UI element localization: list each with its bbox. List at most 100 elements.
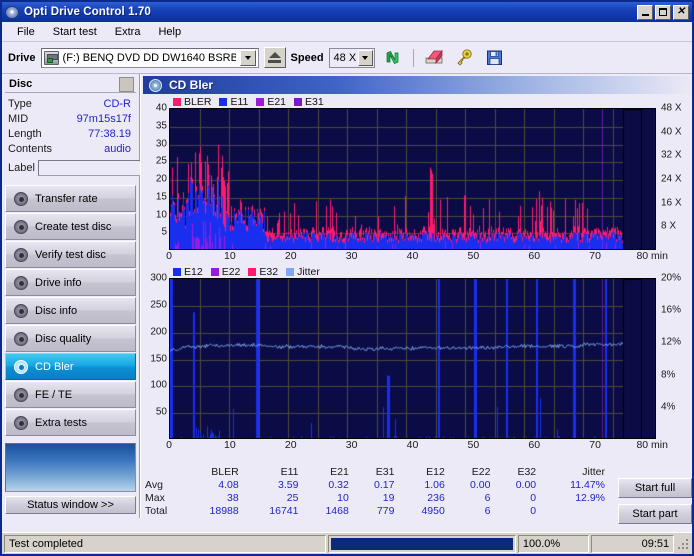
start-part-button[interactable]: Start part	[618, 504, 692, 524]
table-row: Total 18988 16741 1468 779 4950 6 0	[143, 505, 609, 518]
y-tick-label: 5	[161, 226, 167, 238]
legend-item-e32: E32	[248, 266, 278, 278]
stats-row-label: Avg	[145, 479, 163, 491]
sidebar-item-disc-info[interactable]: Disc info	[5, 297, 136, 324]
stats-col-e32: E32	[517, 466, 537, 478]
resize-grip-icon[interactable]	[676, 537, 690, 551]
x-tick-label: 10	[224, 250, 236, 262]
y2-tick-label: 16 X	[661, 197, 682, 209]
page-title: CD Bler	[169, 78, 214, 92]
y-tick-label: 25	[155, 155, 167, 167]
disc-panel-header: Disc	[5, 76, 136, 93]
stats-cell: 0.00	[470, 479, 491, 491]
disc-label-row: Label	[8, 159, 239, 177]
y2-tick-label: 8 X	[661, 220, 677, 232]
legend-item-e11: E11	[219, 96, 248, 108]
drive-icon	[43, 50, 59, 65]
chevron-down-icon[interactable]	[357, 49, 373, 66]
chevron-down-icon[interactable]	[239, 49, 256, 66]
stats-cell: 6	[484, 505, 491, 517]
disc-info-key: Type	[8, 98, 32, 110]
refresh-icon	[386, 51, 398, 64]
legend-swatch	[173, 97, 181, 106]
menu-item-file[interactable]: File	[9, 24, 43, 40]
legend-label: E32	[259, 265, 279, 278]
drive-select[interactable]: (F:) BENQ DVD DD DW1640 BSRB	[40, 47, 259, 68]
erase-button[interactable]	[421, 45, 447, 70]
window-controls: ✕	[637, 4, 690, 20]
chart2-plot-wrap: 50 100 150 200 250 300 4% 8% 12% 16% 20%	[143, 273, 692, 439]
legend-swatch	[294, 97, 303, 106]
x-tick-label: 50	[467, 439, 480, 451]
y-tick-label: 200	[150, 326, 167, 338]
toolbar-separator	[412, 48, 414, 67]
drive-info-icon	[14, 275, 28, 290]
stats-cell: 16741	[269, 505, 299, 517]
stats-col-e22: E22	[471, 466, 491, 478]
legend-swatch	[248, 267, 257, 276]
sidebar-item-extra-tests[interactable]: Extra tests	[5, 409, 136, 436]
x-tick-label: 40	[406, 250, 419, 262]
x-tick-label: 80 min	[636, 439, 668, 451]
panel-title-bar: CD Bler	[143, 76, 692, 94]
status-window-button[interactable]: Status window >>	[5, 496, 136, 514]
table-row: Max 38 25 10 19 236 6 0 12.9%	[143, 492, 609, 505]
stats-cell: 779	[376, 505, 395, 517]
sidebar-item-cd-bler[interactable]: CD Bler	[5, 353, 136, 380]
x-tick-label: 40	[406, 439, 419, 451]
key-button[interactable]	[451, 45, 477, 70]
legend-swatch	[173, 267, 181, 276]
title-bar: Opti Drive Control 1.70 ✕	[2, 2, 692, 22]
stats-cell: 12.9%	[575, 492, 605, 504]
y-tick-label: 30	[155, 138, 167, 149]
disc-preview-box	[5, 443, 136, 492]
y-tick-label: 40	[155, 102, 167, 114]
sidebar-item-disc-quality[interactable]: Disc quality	[5, 325, 136, 352]
sidebar-item-verify-test-disc[interactable]: Verify test disc	[5, 241, 136, 268]
disc-icon	[5, 5, 20, 20]
stats-col-e31: E31	[375, 466, 395, 478]
extra-tests-icon	[14, 415, 28, 430]
main-panel: CD Bler BLER E11 E21 E31 5 10 15 20 25 3…	[140, 74, 692, 524]
create-test-disc-icon	[14, 219, 28, 234]
disc-info-key: Contents	[8, 143, 53, 155]
sidebar-item-create-test-disc[interactable]: Create test disc	[5, 213, 136, 240]
refresh-button[interactable]	[379, 45, 405, 70]
sidebar-item-transfer-rate[interactable]: Transfer rate	[5, 185, 136, 212]
stats-cell: 4950	[421, 505, 445, 517]
save-button[interactable]	[481, 45, 507, 70]
x-tick-label: 0	[166, 439, 172, 451]
disc-panel-indicator	[119, 76, 134, 92]
y2-tick-label: 48 X	[661, 102, 682, 114]
sidebar-item-fe-te[interactable]: FE / TE	[5, 381, 136, 408]
legend-item-e21: E21	[256, 96, 286, 108]
eject-button[interactable]	[263, 47, 286, 68]
cd-bler-icon	[14, 359, 28, 374]
sidebar-item-label: Create test disc	[35, 220, 112, 233]
speed-select[interactable]: 48 X	[328, 47, 375, 68]
x-tick-label: 20	[284, 439, 297, 451]
minimize-button[interactable]	[637, 4, 653, 20]
disc-quality-icon	[14, 331, 28, 346]
sidebar-item-drive-info[interactable]: Drive info	[5, 269, 136, 296]
disc-info-icon	[14, 303, 28, 318]
chart-cd-bler-errors: BLER E11 E21 E31 5 10 15 20 25 30 35 40 …	[143, 95, 692, 264]
legend-item-e12: E12	[173, 266, 203, 278]
stats-cell: 236	[427, 492, 445, 504]
legend-item-jitter: Jitter	[286, 266, 320, 278]
y-tick-label: 250	[150, 299, 167, 311]
maximize-button[interactable]	[655, 4, 671, 20]
sidebar: Disc Type CD-R MID 97m15s17f Length 77:3…	[2, 74, 239, 518]
close-button[interactable]: ✕	[673, 4, 689, 20]
nav-list: Transfer rate Create test disc Verify te…	[5, 185, 136, 437]
menu-item-help[interactable]: Help	[150, 24, 189, 40]
start-full-button[interactable]: Start full	[618, 478, 692, 498]
legend-label: E22	[221, 265, 241, 278]
disc-info-row-mid: MID 97m15s17f	[8, 112, 134, 127]
menu-item-start-test[interactable]: Start test	[45, 24, 105, 40]
speed-label: Speed	[290, 51, 324, 64]
menu-item-extra[interactable]: Extra	[107, 24, 149, 40]
stats-col-e21: E21	[330, 466, 349, 478]
progress-bar-fill	[331, 537, 513, 550]
chart1-y-axis-left: 5 10 15 20 25 30 35 40	[143, 103, 169, 250]
